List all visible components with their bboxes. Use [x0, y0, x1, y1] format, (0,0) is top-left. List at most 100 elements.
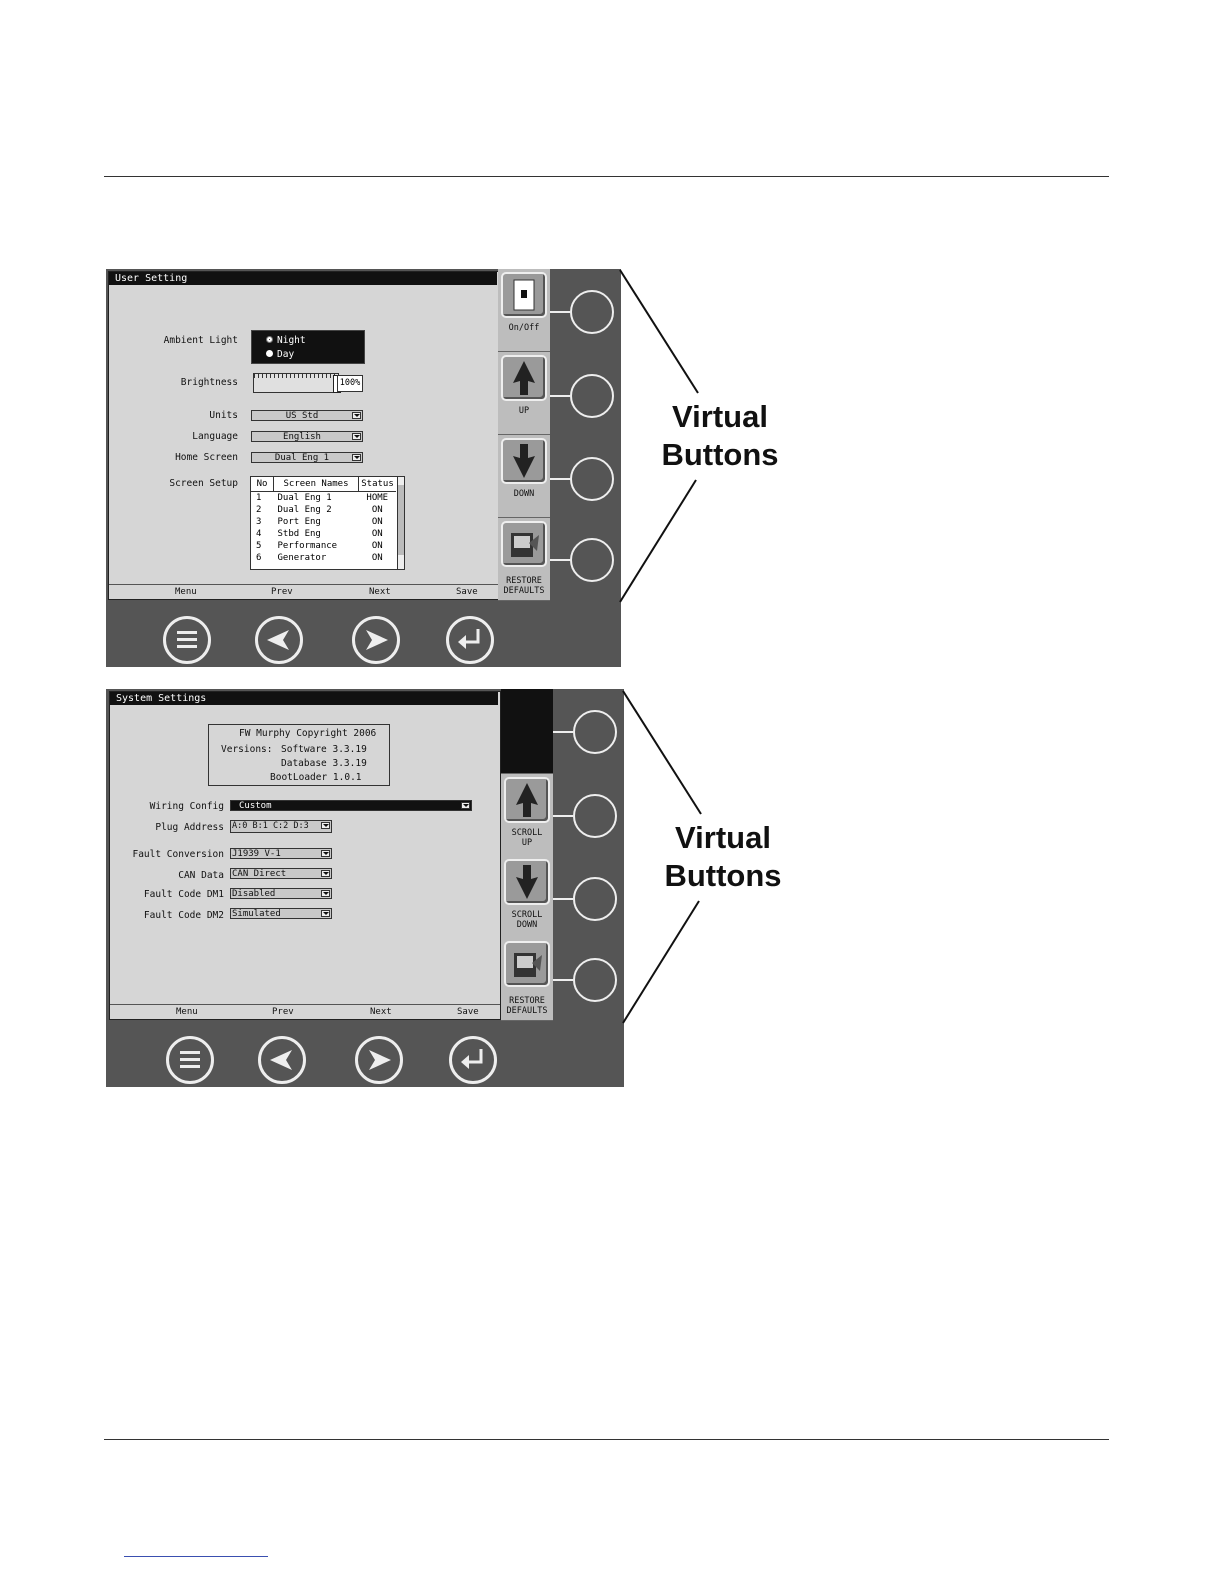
row-number: 4 — [256, 528, 262, 539]
chevron-down-icon[interactable] — [352, 454, 361, 461]
device-panel-system-settings: System Settings FW Murphy Copyright 2006… — [106, 689, 624, 1087]
radio-night[interactable]: Night — [266, 335, 306, 346]
hardware-button-3[interactable] — [573, 877, 617, 921]
chevron-down-icon[interactable] — [352, 412, 361, 419]
home-screen-dropdown[interactable]: Dual Eng 1 — [251, 452, 363, 463]
chevron-down-icon[interactable] — [352, 433, 361, 440]
table-row[interactable]: 4 Stbd Eng ON — [251, 528, 396, 540]
hardware-button-2[interactable] — [570, 374, 614, 418]
language-label: Language — [192, 431, 238, 442]
hardware-button-2[interactable] — [573, 794, 617, 838]
prev-nav-button[interactable] — [255, 616, 303, 664]
virtual-label: SCROLL DOWN — [511, 910, 543, 930]
home-screen-label: Home Screen — [175, 452, 238, 463]
row-status: HOME — [366, 492, 389, 503]
screen-setup-table[interactable]: No Screen Names Status 1 Dual Eng 1 HOME 2… — [250, 476, 405, 570]
virtual-button-scroll-up[interactable]: SCROLL UP — [501, 774, 553, 857]
language-dropdown[interactable]: English — [251, 431, 363, 442]
softkey-menu[interactable]: Menu — [176, 1007, 198, 1017]
arrow-up-icon — [504, 777, 550, 823]
menu-nav-button[interactable] — [166, 1036, 214, 1084]
virtual-button-onoff[interactable]: On/Off — [498, 269, 550, 352]
table-row[interactable]: 5 Performance ON — [251, 540, 396, 552]
units-dropdown[interactable]: US Std — [251, 410, 363, 421]
ambient-light-radio-group[interactable]: Night Day — [251, 330, 365, 364]
virtual-button-restore-defaults[interactable]: RESTORE DEFAULTS — [501, 938, 553, 1021]
next-nav-button[interactable] — [352, 616, 400, 664]
chevron-down-icon[interactable] — [321, 910, 330, 917]
enter-nav-button[interactable] — [446, 616, 494, 664]
fault-dm2-label: Fault Code DM2 — [143, 910, 224, 921]
row-screen-name: Stbd Eng — [277, 528, 321, 539]
chevron-down-icon[interactable] — [321, 822, 330, 829]
table-row[interactable]: 3 Port Eng ON — [251, 516, 396, 528]
virtual-button-blank[interactable] — [501, 689, 553, 774]
softkey-menu[interactable]: Menu — [175, 587, 197, 597]
softkey-bar: Menu Prev Next Save — [110, 1004, 500, 1019]
fault-conversion-label: Fault Conversion — [132, 849, 224, 860]
plug-address-value: A:0 B:1 C:2 D:3 — [232, 821, 309, 831]
table-scrollbar[interactable] — [397, 477, 404, 569]
enter-nav-button[interactable] — [449, 1036, 497, 1084]
softkey-prev[interactable]: Prev — [271, 587, 293, 597]
wiring-config-value: Custom — [239, 801, 272, 811]
fault-dm1-dropdown[interactable]: Disabled — [230, 888, 332, 899]
callout-virtual-buttons-2: Virtual Buttons — [664, 820, 782, 893]
menu-nav-button[interactable] — [163, 616, 211, 664]
screen-title: System Settings — [110, 692, 498, 705]
fault-conversion-dropdown[interactable]: J1939 V-1 — [230, 848, 332, 859]
scroll-thumb[interactable] — [398, 485, 404, 555]
software-version: Software 3.3.19 — [281, 744, 367, 755]
next-nav-button[interactable] — [355, 1036, 403, 1084]
softkey-next[interactable]: Next — [370, 1007, 392, 1017]
hardware-button-1[interactable] — [570, 290, 614, 334]
plug-address-dropdown[interactable]: A:0 B:1 C:2 D:3 — [230, 820, 332, 833]
table-row[interactable]: 6 Generator ON — [251, 552, 396, 564]
prev-nav-button[interactable] — [258, 1036, 306, 1084]
brightness-slider[interactable] — [253, 373, 341, 393]
softkey-prev[interactable]: Prev — [272, 1007, 294, 1017]
softkey-next[interactable]: Next — [369, 587, 391, 597]
softkey-save[interactable]: Save — [457, 1007, 479, 1017]
virtual-button-up[interactable]: UP — [498, 352, 550, 435]
hardware-button-1[interactable] — [573, 710, 617, 754]
versions-label: Versions: — [221, 744, 273, 755]
virtual-button-restore-defaults[interactable]: RESTORE DEFAULTS — [498, 518, 550, 601]
virtual-button-scroll-down[interactable]: SCROLL DOWN — [501, 856, 553, 939]
fault-dm2-dropdown[interactable]: Simulated — [230, 908, 332, 919]
row-status: ON — [371, 552, 383, 563]
button-connector — [553, 731, 573, 733]
arrow-right-icon — [366, 630, 388, 650]
button-connector — [553, 815, 573, 817]
hardware-button-4[interactable] — [573, 958, 617, 1002]
chevron-down-icon[interactable] — [321, 890, 330, 897]
virtual-label: On/Off — [508, 323, 540, 333]
menu-icon — [177, 631, 197, 648]
table-row[interactable]: 2 Dual Eng 2 ON — [251, 504, 396, 516]
ambient-light-label: Ambient Light — [163, 335, 238, 346]
radio-day[interactable]: Day — [266, 349, 294, 360]
chevron-down-icon[interactable] — [461, 802, 470, 809]
language-value: English — [283, 432, 321, 442]
chevron-down-icon[interactable] — [321, 850, 330, 857]
virtual-button-down[interactable]: DOWN — [498, 435, 550, 518]
hardware-button-4[interactable] — [570, 538, 614, 582]
virtual-label: DOWN — [513, 489, 535, 499]
virtual-button-strip: On/Off UP DOWN RESTORE DEFAULTS — [498, 269, 550, 601]
can-data-dropdown[interactable]: CAN Direct — [230, 868, 332, 879]
can-data-label: CAN Data — [178, 870, 224, 881]
system-settings-screen: System Settings FW Murphy Copyright 2006… — [109, 691, 501, 1020]
wiring-config-dropdown[interactable]: Custom — [230, 800, 472, 811]
plug-address-label: Plug Address — [155, 822, 224, 833]
chevron-down-icon[interactable] — [321, 870, 330, 877]
power-switch-icon — [501, 272, 547, 318]
callout-virtual-buttons-1: Virtual Buttons — [661, 399, 779, 472]
row-number: 2 — [256, 504, 262, 515]
button-connector — [550, 395, 570, 397]
table-row[interactable]: 1 Dual Eng 1 HOME — [251, 491, 396, 504]
softkey-save[interactable]: Save — [456, 587, 478, 597]
button-connector — [550, 311, 570, 313]
arrow-down-icon — [501, 438, 547, 484]
hardware-button-3[interactable] — [570, 457, 614, 501]
arrow-right-icon — [369, 1050, 391, 1070]
